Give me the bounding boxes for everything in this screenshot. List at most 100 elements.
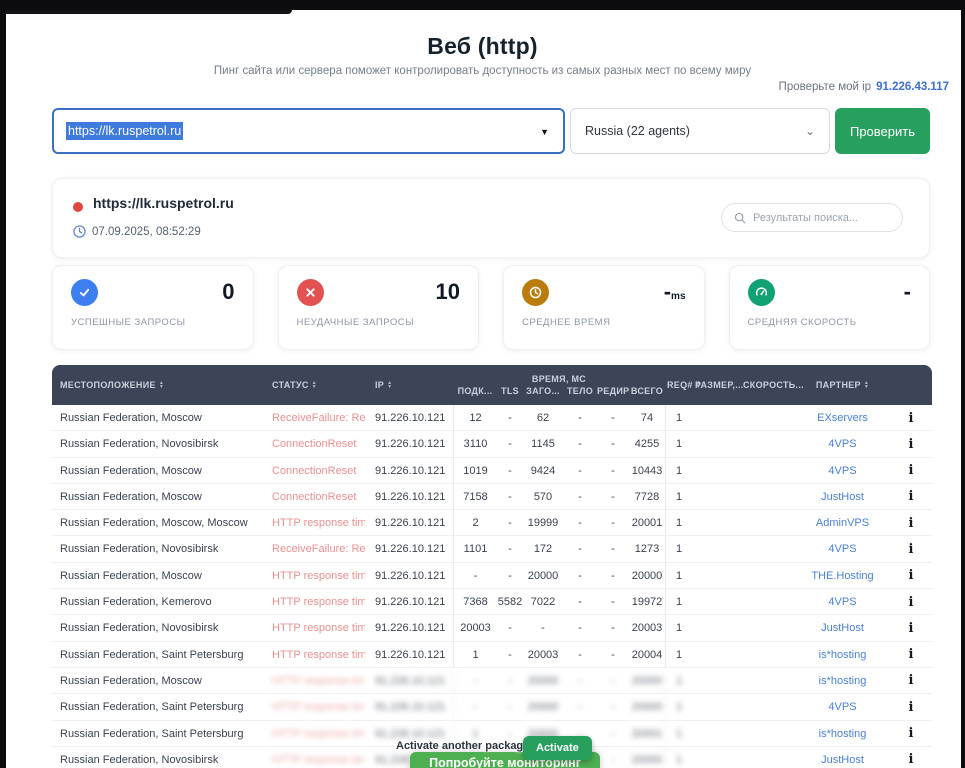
cell-time-redirect: - bbox=[597, 622, 629, 634]
cell-time-connect: 1101 bbox=[453, 536, 497, 562]
partner-link[interactable]: 4VPS bbox=[795, 543, 890, 555]
info-icon[interactable]: i bbox=[890, 489, 932, 504]
col-headers[interactable]: ЗАГО... bbox=[523, 386, 563, 396]
cell-status[interactable]: HTTP response time... bbox=[260, 570, 365, 582]
partner-link[interactable]: 4VPS bbox=[795, 701, 890, 713]
my-ip-link[interactable]: 91.226.43.117 bbox=[876, 81, 949, 93]
browser-page: Веб (http) Пинг сайта или сервера поможе… bbox=[0, 0, 965, 768]
stat-card-avg-time: -ms СРЕДНЕЕ ВРЕМЯ bbox=[503, 265, 705, 350]
partner-link[interactable]: is*hosting bbox=[795, 649, 890, 661]
cell-status[interactable]: HTTP response time... bbox=[260, 701, 365, 713]
cell-req: 1 bbox=[665, 615, 695, 641]
cell-time-total: 19972 bbox=[629, 596, 665, 608]
col-size[interactable]: РАЗМЕР,... bbox=[695, 380, 743, 390]
col-tls[interactable]: TLS bbox=[497, 386, 523, 396]
cell-status[interactable]: HTTP response time... bbox=[260, 675, 365, 687]
cell-time-redirect: - bbox=[597, 754, 629, 766]
activate-tooltip: Activate another package bbox=[396, 740, 529, 752]
partner-link[interactable]: EXservers bbox=[795, 412, 890, 424]
my-ip-label: Проверьте мой ip bbox=[779, 81, 872, 93]
cell-time-body: - bbox=[563, 570, 597, 582]
cell-location: Russian Federation, Moscow bbox=[52, 412, 260, 424]
cell-status[interactable]: ConnectionReset bbox=[260, 491, 365, 503]
url-input[interactable]: https://lk.ruspetrol.ru ▼ bbox=[52, 108, 565, 154]
info-icon[interactable]: i bbox=[890, 542, 932, 557]
cell-req: 1 bbox=[665, 536, 695, 562]
col-body[interactable]: ТЕЛО bbox=[563, 386, 597, 396]
table-row: Russian Federation, Novosibirsk Connecti… bbox=[52, 431, 932, 457]
partner-link[interactable]: THE.Hosting bbox=[795, 570, 890, 582]
cell-time-total: 1273 bbox=[629, 543, 665, 555]
partner-link[interactable]: JustHost bbox=[795, 622, 890, 634]
cell-status[interactable]: ReceiveFailure: Rece... bbox=[260, 412, 365, 424]
partner-link[interactable]: 4VPS bbox=[795, 596, 890, 608]
col-connect[interactable]: ПОДК... bbox=[453, 386, 497, 396]
info-icon[interactable]: i bbox=[890, 621, 932, 636]
cell-ip: 91.226.10.121 bbox=[365, 412, 453, 424]
col-total[interactable]: ВСЕГО bbox=[629, 386, 665, 396]
cell-status[interactable]: HTTP response time... bbox=[260, 517, 365, 529]
table-row: Russian Federation, Kemerovo HTTP respon… bbox=[52, 589, 932, 615]
cell-status[interactable]: HTTP response time... bbox=[260, 754, 365, 766]
cell-location: Russian Federation, Saint Petersburg bbox=[52, 728, 260, 740]
cell-time-redirect: - bbox=[597, 438, 629, 450]
info-icon[interactable]: i bbox=[890, 700, 932, 715]
col-location[interactable]: МЕСТОПОЛОЖЕНИЕ▲▼ bbox=[52, 380, 260, 390]
cell-status[interactable]: ConnectionReset bbox=[260, 465, 365, 477]
info-icon[interactable]: i bbox=[890, 437, 932, 452]
cell-time-headers: 62 bbox=[523, 412, 563, 424]
cell-status[interactable]: HTTP response time... bbox=[260, 596, 365, 608]
cell-status[interactable]: ReceiveFailure: Rece... bbox=[260, 543, 365, 555]
col-status[interactable]: СТАТУС▲▼ bbox=[260, 380, 365, 390]
table-row: Russian Federation, Moscow ReceiveFailur… bbox=[52, 405, 932, 431]
results-search-input[interactable]: Результаты поиска... bbox=[721, 203, 903, 232]
url-dropdown-caret-icon[interactable]: ▼ bbox=[540, 127, 549, 137]
info-icon[interactable]: i bbox=[890, 726, 932, 741]
col-redirect[interactable]: РЕДИР bbox=[597, 386, 629, 396]
partner-link[interactable]: JustHost bbox=[795, 754, 890, 766]
activate-button[interactable]: Activate bbox=[523, 736, 592, 760]
stat-card-avg-speed: - СРЕДНЯЯ СКОРОСТЬ bbox=[729, 265, 931, 350]
cell-time-redirect: - bbox=[597, 701, 629, 713]
cell-time-body: - bbox=[563, 438, 597, 450]
info-icon[interactable]: i bbox=[890, 516, 932, 531]
target-url[interactable]: https://lk.ruspetrol.ru bbox=[93, 195, 234, 211]
cell-time-headers: - bbox=[523, 622, 563, 634]
info-icon[interactable]: i bbox=[890, 568, 932, 583]
cell-time-total: 20000 bbox=[629, 570, 665, 582]
cell-ip: 91.226.10.121 bbox=[365, 649, 453, 661]
info-icon[interactable]: i bbox=[890, 595, 932, 610]
cell-time-total: 74 bbox=[629, 412, 665, 424]
cell-time-headers: 20000 bbox=[523, 701, 563, 713]
col-speed[interactable]: СКОРОСТЬ... bbox=[743, 380, 795, 390]
cell-time-headers: 20000 bbox=[523, 675, 563, 687]
partner-link[interactable]: AdminVPS bbox=[795, 517, 890, 529]
info-icon[interactable]: i bbox=[890, 647, 932, 662]
partner-link[interactable]: 4VPS bbox=[795, 465, 890, 477]
partner-link[interactable]: 4VPS bbox=[795, 438, 890, 450]
col-ip[interactable]: IP▲▼ bbox=[365, 380, 453, 390]
info-icon[interactable]: i bbox=[890, 463, 932, 478]
partner-link[interactable]: JustHost bbox=[795, 491, 890, 503]
cell-time-total: 10443 bbox=[629, 465, 665, 477]
col-partner[interactable]: ПАРТНЕР▲▼ bbox=[795, 380, 890, 390]
partner-link[interactable]: is*hosting bbox=[795, 675, 890, 687]
cell-status[interactable]: HTTP response time... bbox=[260, 622, 365, 634]
cell-req: 1 bbox=[665, 747, 695, 768]
cell-time-total: 20001 bbox=[629, 728, 665, 740]
cell-time-connect: 20003 bbox=[453, 615, 497, 641]
info-icon[interactable]: i bbox=[890, 673, 932, 688]
cell-time-tls: - bbox=[497, 517, 523, 529]
cell-status[interactable]: HTTP response time... bbox=[260, 728, 365, 740]
table-row: Russian Federation, Moscow HTTP response… bbox=[52, 668, 932, 694]
partner-link[interactable]: is*hosting bbox=[795, 728, 890, 740]
col-req[interactable]: REQ#▲▼ bbox=[665, 380, 695, 390]
check-button[interactable]: Проверить bbox=[835, 108, 930, 154]
cell-time-total: 20001 bbox=[629, 517, 665, 529]
info-icon[interactable]: i bbox=[890, 752, 932, 767]
info-icon[interactable]: i bbox=[890, 411, 932, 426]
cell-status[interactable]: HTTP response time... bbox=[260, 649, 365, 661]
region-select-value: Russia (22 agents) bbox=[585, 124, 690, 138]
region-select[interactable]: Russia (22 agents) ⌄ bbox=[570, 108, 830, 154]
cell-status[interactable]: ConnectionReset bbox=[260, 438, 365, 450]
